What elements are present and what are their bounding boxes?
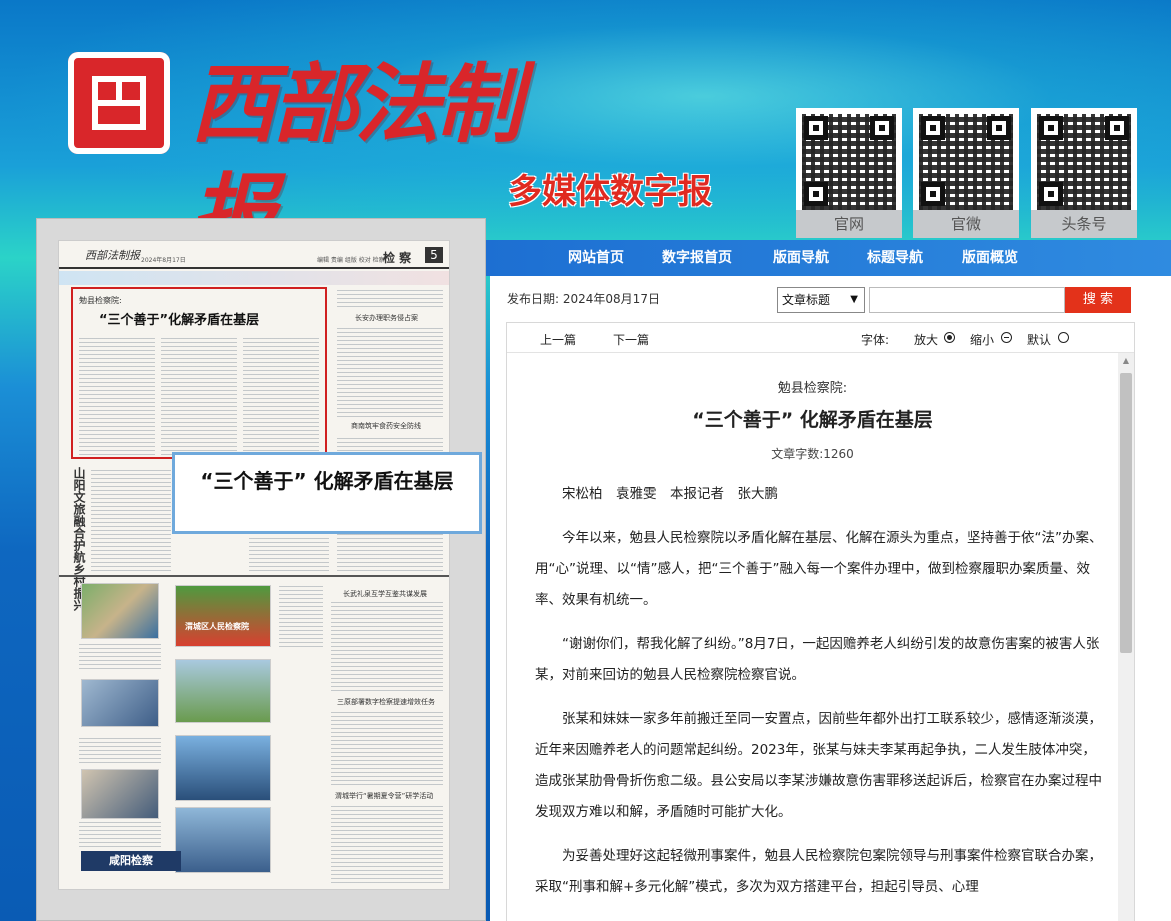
main-nav: 网站首页 数字报首页 版面导航 标题导航 版面概览: [486, 240, 1171, 276]
thumb-side-title: 商南筑牢食药安全防线: [351, 422, 421, 430]
article-paragraph: “谢谢你们，帮我化解了纠纷。”8月7日，一起因赡养老人纠纷引发的故意伤害案的被害…: [535, 636, 1100, 683]
font-smaller-label[interactable]: 缩小: [970, 331, 994, 348]
thumb-side-title: 长安办理职务侵占案: [355, 314, 418, 322]
prev-article-link[interactable]: 上一篇: [540, 331, 576, 348]
scroll-thumb[interactable]: [1120, 373, 1132, 653]
article-scrollbar[interactable]: ▲: [1118, 353, 1134, 921]
qr-toutiao[interactable]: 头条号: [1031, 108, 1137, 238]
masthead-subtitle: 多媒体数字报: [508, 172, 712, 212]
search-button[interactable]: 搜 索: [1065, 287, 1131, 313]
nav-digital-home[interactable]: 数字报首页: [662, 240, 732, 276]
article-tooltip: “三个善于” 化解矛盾在基层: [172, 452, 482, 534]
thumb-page-number: 5: [425, 247, 443, 263]
qr-label: 官微: [913, 210, 1019, 238]
thumb-band: [59, 271, 449, 285]
page-thumbnail[interactable]: 西部法制报 2024年8月17日 编辑 责编 组版 校对 检察 检 察 5 勉县…: [58, 240, 450, 890]
publish-date-label: 发布日期: 2024年08月17日: [507, 292, 660, 306]
nav-home[interactable]: 网站首页: [568, 240, 624, 276]
publish-date: 2024年08月17日: [562, 292, 660, 306]
article-body: 宋松柏 袁雅雯 本报记者 张大鹏 今年以来，勉县人民检察院以矛盾化解在基层、化解…: [535, 479, 1109, 916]
content-panel: 发布日期: 2024年08月17日 文章标题 ▼ 搜 索 上一篇 下一篇 字体:…: [490, 276, 1171, 921]
font-bigger-radio[interactable]: [944, 332, 955, 343]
article-container: 上一篇 下一篇 字体: 放大 缩小 默认 勉县检察院: “三个善于” 化解矛盾在…: [506, 322, 1135, 921]
newspaper-logo-icon: [68, 52, 170, 154]
thumb-side-title: 渭城举行“暑期夏令营”研学活动: [335, 792, 434, 800]
nav-page-overview[interactable]: 版面概览: [962, 240, 1018, 276]
nav-page-nav[interactable]: 版面导航: [773, 240, 829, 276]
font-size-label: 字体:: [861, 333, 890, 347]
thumb-headline: “三个善于”化解矛盾在基层: [99, 313, 260, 328]
thumb-nav: 编辑 责编 组版 校对 检察: [317, 257, 385, 264]
thumb-footer-label: 咸阳检察: [81, 851, 181, 871]
search-input[interactable]: [869, 287, 1065, 313]
thumb-side-title: 三原部署数字检察提速增效任务: [337, 698, 435, 706]
qr-label: 头条号: [1031, 210, 1137, 238]
font-smaller-radio[interactable]: [1001, 332, 1012, 343]
search-toolbar: 发布日期: 2024年08月17日 文章标题 ▼ 搜 索: [490, 276, 1171, 322]
search-field-select[interactable]: 文章标题 ▼: [777, 287, 865, 313]
article-title: “三个善于” 化解矛盾在基层: [692, 409, 933, 431]
font-bigger-label[interactable]: 放大: [914, 331, 938, 348]
thumb-header: 西部法制报 2024年8月17日 编辑 责编 组版 校对 检察 检 察 5: [59, 241, 449, 269]
scroll-up-icon[interactable]: ▲: [1118, 353, 1134, 369]
masthead-title: 西部法制报: [190, 54, 522, 265]
thumb-brand: 西部法制报: [85, 249, 140, 262]
thumb-kicker: 勉县检察院:: [79, 296, 122, 305]
article-byline: 宋松柏 袁雅雯 本报记者 张大鹏: [562, 486, 778, 502]
article-paragraph: 张某和妹妹一家多年前搬迁至同一安置点，因前些年都外出打工联系较少，感情逐渐淡漠，…: [535, 711, 1102, 820]
qr-label: 官网: [796, 210, 902, 238]
article-toolbar: 上一篇 下一篇 字体: 放大 缩小 默认: [507, 323, 1134, 353]
thumb-section: 检 察: [383, 251, 412, 265]
article-word-count: 文章字数:1260: [771, 447, 854, 461]
article-kicker: 勉县检察院:: [777, 381, 848, 396]
thumb-date: 2024年8月17日: [141, 257, 186, 264]
font-default-radio[interactable]: [1058, 332, 1069, 343]
font-default-label[interactable]: 默认: [1027, 331, 1051, 348]
qr-official-wechat[interactable]: 官微: [913, 108, 1019, 238]
nav-title-nav[interactable]: 标题导航: [867, 240, 923, 276]
article-paragraph: 为妥善处理好这起轻微刑事案件，勉县人民检察院包案院领导与刑事案件检察官联合办案，…: [535, 848, 1102, 895]
thumb-photo-banner: 渭城区人民检察院: [185, 622, 249, 631]
thumb-article-highlight[interactable]: 勉县检察院: “三个善于”化解矛盾在基层: [71, 287, 327, 459]
qr-official-site[interactable]: 官网: [796, 108, 902, 238]
next-article-link[interactable]: 下一篇: [613, 331, 649, 348]
article-paragraph: 今年以来，勉县人民检察院以矛盾化解在基层、化解在源头为重点，坚持善于依“法”办案…: [535, 530, 1103, 608]
chevron-down-icon: ▼: [850, 294, 858, 305]
thumb-side-title: 长武礼泉互学互鉴共谋发展: [343, 590, 427, 598]
